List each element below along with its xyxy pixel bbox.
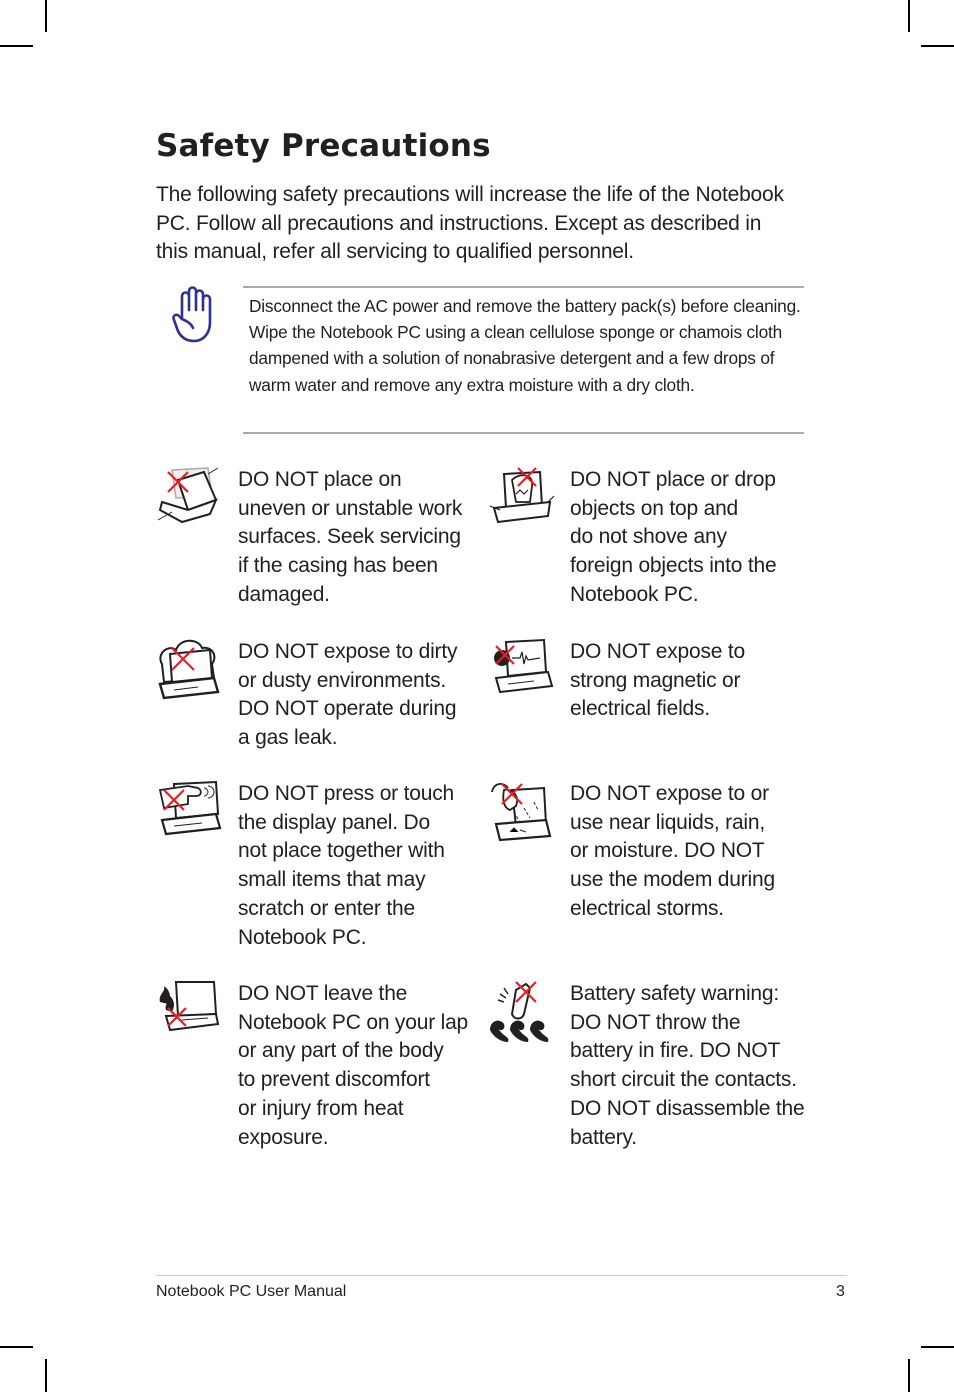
footer-manual-title: Notebook PC User Manual xyxy=(156,1283,347,1300)
precaution-text: DO NOT press or touch the display panel.… xyxy=(238,782,454,949)
precaution-text: DO NOT place on uneven or unstable work … xyxy=(238,468,463,606)
liquid-spill-icon xyxy=(490,780,556,846)
crop-mark xyxy=(0,45,33,47)
battery-fire-icon xyxy=(490,980,556,1046)
precaution-text: DO NOT expose to strong magnetic or elec… xyxy=(570,640,745,721)
precaution-text: DO NOT expose to dirty or dusty environm… xyxy=(238,640,458,750)
footer-rule xyxy=(156,1275,847,1276)
magnetic-field-icon xyxy=(490,638,556,704)
note-text: Disconnect the AC power and remove the b… xyxy=(249,296,801,395)
touch-display-icon xyxy=(158,780,224,846)
crop-mark xyxy=(0,1346,33,1348)
raised-hand-icon xyxy=(170,286,216,344)
crop-mark xyxy=(45,1359,47,1392)
objects-on-top-icon xyxy=(489,466,556,532)
crop-mark xyxy=(908,0,910,32)
page-title: Safety Precautions xyxy=(156,128,491,164)
crop-mark xyxy=(921,1346,954,1348)
dusty-environment-icon xyxy=(158,638,224,704)
crop-mark xyxy=(908,1359,910,1392)
intro-paragraph: The following safety precautions will in… xyxy=(156,183,784,263)
note-top-rule xyxy=(243,286,804,288)
precaution-text: DO NOT leave the Notebook PC on your lap… xyxy=(238,982,469,1149)
precaution-text: DO NOT expose to or use near liquids, ra… xyxy=(570,782,775,920)
page-number: 3 xyxy=(836,1283,845,1300)
crop-mark xyxy=(921,45,954,47)
precaution-text: Battery safety warning: DO NOT throw the… xyxy=(570,982,805,1149)
precaution-text: DO NOT place or drop objects on top and … xyxy=(570,468,777,606)
note-bottom-rule xyxy=(243,432,804,434)
heat-on-lap-icon xyxy=(158,980,224,1046)
unstable-surface-icon xyxy=(157,466,224,532)
crop-mark xyxy=(45,0,47,32)
